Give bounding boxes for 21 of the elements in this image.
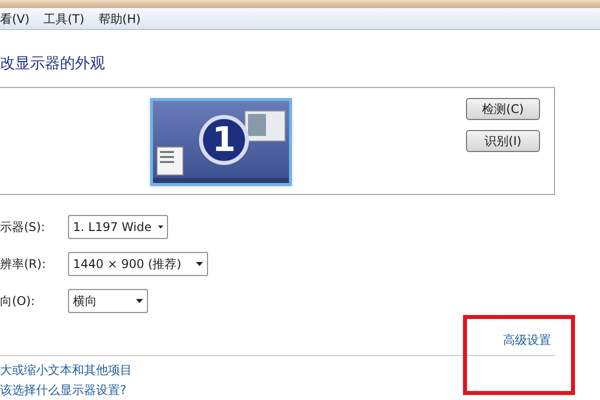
menu-item[interactable]: 看(V)	[0, 10, 30, 28]
monitor-number-badge: 1	[199, 114, 249, 164]
dropdown[interactable]: 1440 × 900 (推荐)	[68, 252, 208, 276]
action-button[interactable]: 检测(C)	[466, 98, 540, 120]
setting-label: 辨率(R):	[0, 256, 47, 272]
menu-item[interactable]: 帮助(H)	[98, 10, 141, 28]
action-button[interactable]: 识别(I)	[466, 130, 540, 152]
caret-icon	[196, 262, 203, 266]
setting-label: 向(O):	[0, 292, 36, 310]
caret-icon	[158, 224, 163, 228]
window-drawing	[244, 110, 286, 141]
dropdown[interactable]: 横向	[68, 288, 148, 312]
help-link[interactable]: 大或缩小文本和其他项目	[0, 362, 132, 378]
dropdown[interactable]: 1. L197 Wide	[68, 214, 168, 238]
help-link[interactable]: 该选择什么显示器设置?	[0, 382, 126, 398]
window-drawing	[156, 146, 184, 175]
setting-label: 示器(S):	[0, 218, 46, 236]
caret-icon	[136, 298, 143, 302]
menu-item[interactable]: 工具(T)	[44, 10, 84, 28]
page-title: 改显示器的外观	[0, 53, 106, 74]
advanced-settings-link[interactable]: 高级设置	[503, 330, 551, 348]
